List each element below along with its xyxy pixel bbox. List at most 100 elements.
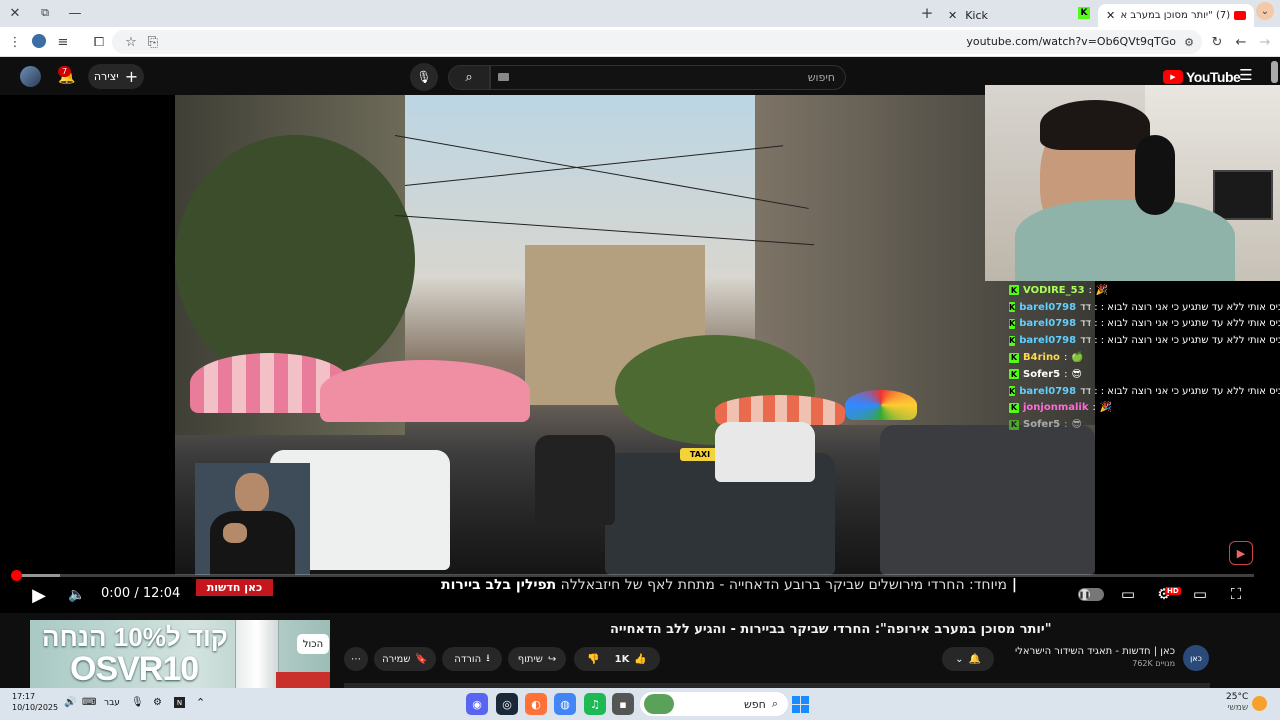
steam-app-icon[interactable]: ◎ [496,693,518,715]
voice-search-mic-icon[interactable]: 🎙 [410,63,438,91]
theater-mode-icon[interactable]: ▭ [1190,585,1210,603]
address-bar[interactable]: ☆ ⎘ youtube.com/watch?v=Ob6QVt9qTGo ⚙ [112,30,1202,54]
save-button[interactable]: שמירה 🔖 [374,647,436,671]
back-arrow-icon[interactable]: ← [1230,31,1252,53]
spotify-app-icon[interactable]: ♫ [584,693,606,715]
speaker-icon[interactable]: 🔊 [64,697,76,708]
video-player[interactable]: TAXI KVODIRE_53 :🎉 Kbarel0798תפוד הכניס … [0,85,1280,613]
search-input[interactable]: חיפוש [490,65,846,90]
share-button[interactable]: שיתוף ↪ [508,647,566,671]
youtube-logo-text: YouTube [1186,69,1241,85]
more-actions-icon[interactable]: ⋯ [344,647,368,671]
save-label: שמירה [382,653,411,665]
tray-app-icon[interactable]: ⚙ [153,697,162,708]
subtitles-icon[interactable]: ▭ [1118,585,1138,603]
kick-badge-icon: K [1009,335,1016,346]
forward-arrow-icon[interactable]: → [1254,31,1276,53]
search-placeholder: חיפוש [807,71,835,84]
tab-search-icon[interactable]: ⌄ [1256,2,1274,20]
tab-youtube[interactable]: ✕ (7) "יותר מסוכן במערב אירופה" [1098,4,1254,27]
room-screen [1213,170,1273,220]
account-avatar[interactable] [20,66,41,87]
search-button[interactable]: ⌕ [448,65,490,90]
terminal-app-icon[interactable]: ▪ [612,693,634,715]
chat-message: Kbarel0798תפוד הכניס אותי ללא עד שתגיע כ… [1009,301,1280,313]
bookmark-star-icon[interactable]: ☆ [120,31,142,53]
youtube-favicon-icon [1234,11,1246,20]
notion-tray-icon[interactable]: N [174,697,185,708]
chat-message: K B4rino : 🍏 [1009,352,1084,364]
restore-window-icon[interactable]: ⧉ [34,2,56,24]
subscribed-button[interactable]: ⌄ 🔔 [942,647,994,671]
umbrella [845,390,917,420]
page-scrollbar[interactable] [1271,61,1278,83]
channel-info[interactable]: כאן | חדשות - תאגיד השידור הישראלי 762K … [985,646,1175,668]
share-label: שיתוף [517,653,543,665]
download-button[interactable]: הורדה ⭳ [442,647,502,671]
create-button[interactable]: יצירה + [88,64,144,89]
close-window-icon[interactable]: ✕ [4,2,26,24]
progress-scrubber[interactable] [11,570,22,581]
like-count[interactable]: 1K [615,654,630,665]
chat-message: Kbarel0798תפוד הכניס אותי ללא עד שתגיע כ… [1009,385,1280,397]
clock-time: 17:17 [12,692,36,701]
chat-message: Kjonjonmalik : 🎉 [1009,402,1113,414]
power-line [394,135,809,209]
profile-avatar[interactable] [32,34,46,48]
network-icon[interactable]: ⌨ [82,697,96,708]
car-white-distant [715,422,815,482]
volume-icon[interactable]: 🔈 [66,584,88,606]
url-text[interactable]: youtube.com/watch?v=Ob6QVt9qTGo [966,35,1176,48]
language-indicator[interactable]: עבר [104,698,120,708]
autoplay-toggle[interactable]: ❚❚ [1078,588,1104,601]
tab-close-icon[interactable]: ✕ [948,9,957,22]
like-icon[interactable]: 👍 [634,654,646,665]
youtube-logo[interactable]: ▶ YouTube [1163,69,1241,85]
sun-icon [1252,696,1267,711]
mic-tray-icon[interactable]: 🎙 [131,697,144,708]
firefox-app-icon[interactable]: ◐ [525,693,547,715]
site-settings-icon[interactable]: ⚙ [1178,31,1200,53]
plus-icon: + [124,67,139,86]
windows-start-icon[interactable] [792,696,809,713]
dislike-icon[interactable]: 👎 [587,654,599,665]
minimize-window-icon[interactable]: — [64,2,86,24]
video-title: "יותר מסוכן במערב אירופה": החרדי שביקר ב… [610,622,1052,637]
time-display: 0:00 / 12:04 [101,586,181,601]
chrome-app-icon[interactable]: ◍ [554,693,576,715]
notifications-count-badge: 7 [58,66,71,77]
car-dark-center [535,435,615,525]
power-line [404,145,783,186]
channel-avatar[interactable]: כאן [1183,645,1209,671]
install-app-icon[interactable]: ⎘ [142,31,164,53]
tab-title: (7) "יותר מסוכן במערב אירופה" [1121,10,1231,21]
bookmark-icon: 🔖 [415,653,428,665]
clock[interactable]: 17:17 10/10/2025 [12,691,58,713]
reload-icon[interactable]: ↻ [1206,31,1228,53]
filter-chip-all[interactable]: הכול [297,634,329,654]
interpreter-hands [223,523,247,543]
miniplayer-icon[interactable]: ▶ [1229,541,1253,565]
weather-widget[interactable]: 25°C שמשי [1226,692,1248,714]
extensions-puzzle-icon[interactable]: ⧠ [88,31,110,53]
youtube-play-logo-icon: ▶ [1163,70,1183,84]
extension-icon[interactable]: ≡ [52,31,74,53]
tray-chevron-up-icon[interactable]: ⌃ [196,696,205,709]
new-tab-icon[interactable]: + [916,2,938,24]
chat-message: Kbarel0798תפוד הכניס אותי ללא עד שתגיע כ… [1009,318,1280,330]
hamburger-menu-icon[interactable]: ☰ [1236,65,1256,85]
fullscreen-icon[interactable]: ⛶ [1226,585,1246,603]
channel-name[interactable]: כאן | חדשות - תאגיד השידור הישראלי [985,646,1175,657]
discord-app-icon[interactable]: ◉ [466,693,488,715]
keyboard-icon[interactable] [498,73,509,81]
create-label: יצירה [93,70,119,83]
kick-badge-icon: K [1009,419,1019,430]
play-icon[interactable]: ▶ [28,584,50,606]
tab-kick[interactable]: ✕ Kick K [940,4,1090,27]
kick-badge-icon: K [1009,402,1019,413]
interpreter-face [235,473,269,513]
umbrella [715,395,845,425]
menu-kebab-icon[interactable]: ⋮ [4,31,26,53]
taskbar-search-placeholder: חפש [743,697,766,711]
tab-close-icon[interactable]: ✕ [1106,9,1115,22]
